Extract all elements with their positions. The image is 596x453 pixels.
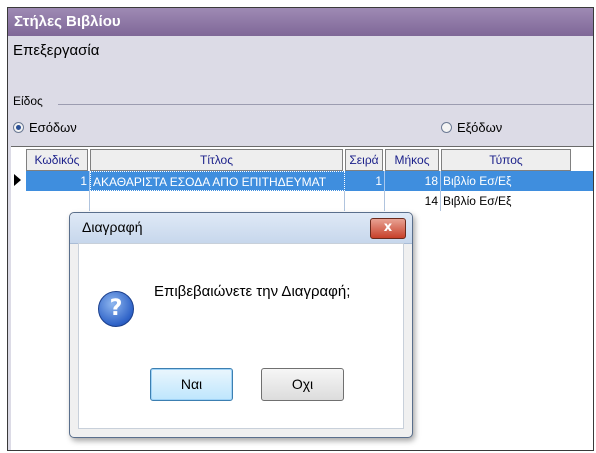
section-label-edit: Επεξεργασία <box>13 42 100 59</box>
cell-code[interactable]: 1 <box>26 171 90 191</box>
column-header-code[interactable]: Κωδικός <box>26 149 88 171</box>
column-header-type[interactable]: Τύπος <box>441 149 571 171</box>
dialog-titlebar[interactable]: Διαγραφή x <box>70 213 412 244</box>
cell-title[interactable]: ΑΚΑΘΑΡΙΣΤΑ ΕΣΟΔΑ ΑΠΟ ΕΠΙΤΗΔΕΥΜΑΤ <box>90 171 345 191</box>
radio-expense[interactable]: Εξόδων <box>441 120 502 135</box>
column-header-order[interactable]: Σειρά <box>345 149 383 171</box>
dialog-title: Διαγραφή <box>82 219 143 235</box>
cell-order[interactable] <box>345 191 385 211</box>
radio-income[interactable]: Εσόδων <box>13 120 77 135</box>
radio-unselected-icon <box>441 122 452 133</box>
close-icon[interactable]: x <box>370 218 406 239</box>
cell-length[interactable]: 14 <box>385 191 441 211</box>
cell-length[interactable]: 18 <box>385 171 441 191</box>
column-header-title[interactable]: Τίτλος <box>90 149 343 171</box>
no-button[interactable]: Οχι <box>261 368 344 401</box>
type-group-label: Είδος <box>13 94 45 108</box>
question-icon: ? <box>98 291 134 327</box>
cell-order[interactable]: 1 <box>345 171 385 191</box>
cell-type[interactable]: Βιβλίο Εσ/Εξ <box>441 191 593 211</box>
current-row-indicator-icon <box>14 174 21 186</box>
radio-income-label: Εσόδων <box>29 120 77 135</box>
radio-selected-icon <box>13 122 24 133</box>
yes-button[interactable]: Ναι <box>150 368 233 401</box>
column-header-length[interactable]: Μήκος <box>385 149 439 171</box>
radio-expense-label: Εξόδων <box>457 120 503 135</box>
dialog-message: Επιβεβαιώνετε την Διαγραφή; <box>154 283 351 300</box>
cell-type[interactable]: Βιβλίο Εσ/Εξ <box>441 171 593 191</box>
cell-code[interactable] <box>26 191 90 211</box>
group-divider <box>58 104 593 105</box>
delete-confirm-dialog: Διαγραφή x ? Επιβεβαιώνετε την Διαγραφή;… <box>69 212 413 438</box>
dialog-body: ? Επιβεβαιώνετε την Διαγραφή; Ναι Οχι <box>78 243 404 429</box>
cell-title[interactable] <box>90 191 345 211</box>
window-title: Στήλες Βιβλίου <box>8 8 593 36</box>
